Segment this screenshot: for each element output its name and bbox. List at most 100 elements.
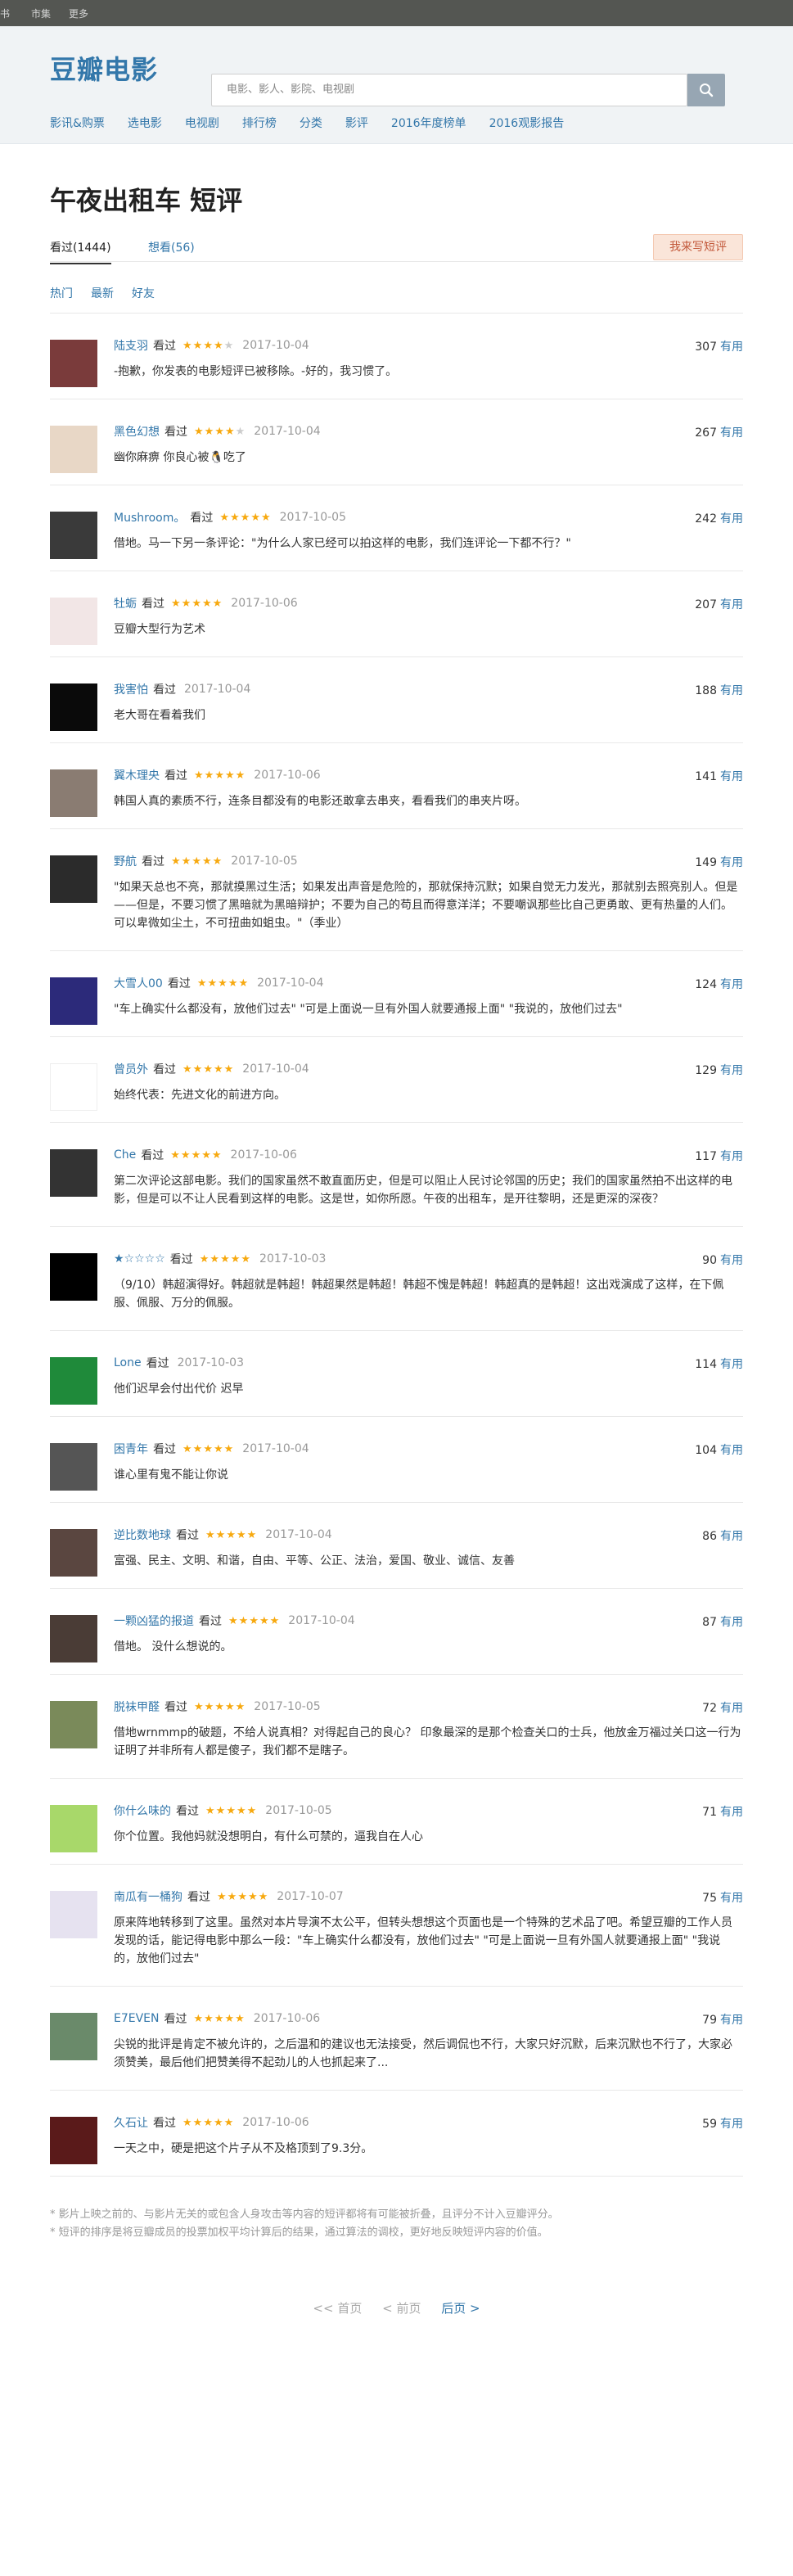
- useful-button[interactable]: 有用: [720, 770, 743, 783]
- vote-count: 86: [702, 1530, 717, 1543]
- useful-button[interactable]: 有用: [720, 341, 743, 354]
- comment-user[interactable]: E7EVEN: [114, 2012, 160, 2025]
- rating-stars: ★★★★★: [194, 2013, 246, 2025]
- star-icon: ★: [215, 1528, 227, 1541]
- useful-button[interactable]: 有用: [720, 598, 743, 611]
- useful-button[interactable]: 有用: [720, 1702, 743, 1715]
- nav-item-annual-list[interactable]: 2016年度榜单: [391, 115, 466, 131]
- pagination: << 首页 < 前页 后页 >: [50, 2299, 743, 2317]
- pager-prev: < 前页: [382, 2301, 421, 2316]
- site-logo[interactable]: 豆瓣电影: [50, 49, 158, 87]
- star-icon: ★: [213, 1062, 224, 1076]
- avatar[interactable]: [50, 1063, 97, 1111]
- global-nav-item-more[interactable]: 更多: [69, 7, 88, 20]
- nav-item-explore[interactable]: 选电影: [128, 115, 162, 131]
- comment-text: （9/10）韩超演得好。韩超就是韩超！韩超果然是韩超！韩超不愧是韩超！韩超真的是…: [114, 1279, 724, 1310]
- useful-button[interactable]: 有用: [720, 1616, 743, 1629]
- comment-user[interactable]: 你什么味的: [114, 1802, 171, 1819]
- useful-button[interactable]: 有用: [720, 1530, 743, 1543]
- avatar[interactable]: [50, 1805, 97, 1852]
- write-comment-button[interactable]: 我来写短评: [653, 234, 743, 260]
- star-icon: ★: [235, 2012, 246, 2025]
- comment-user[interactable]: 南瓜有一桶狗: [114, 1888, 182, 1905]
- nav-item-tv[interactable]: 电视剧: [185, 115, 219, 131]
- useful-button[interactable]: 有用: [720, 2014, 743, 2027]
- avatar[interactable]: [50, 1253, 97, 1301]
- useful-button[interactable]: 有用: [720, 1064, 743, 1077]
- nav-item-annual-report[interactable]: 2016观影报告: [489, 115, 565, 131]
- search-button[interactable]: [687, 74, 725, 106]
- nav-item-category[interactable]: 分类: [300, 115, 322, 131]
- comment-user[interactable]: 牡蛎: [114, 595, 137, 611]
- useful-button[interactable]: 有用: [720, 684, 743, 697]
- comment-user[interactable]: 翼木理央: [114, 767, 160, 783]
- comment-user[interactable]: Lone: [114, 1356, 142, 1369]
- avatar[interactable]: [50, 1357, 97, 1405]
- sort-friends[interactable]: 好友: [132, 285, 155, 301]
- comment-user[interactable]: 曾员外: [114, 1061, 148, 1077]
- global-nav-item-book[interactable]: 书: [0, 7, 13, 20]
- comment-user[interactable]: 大雪人00: [114, 975, 163, 991]
- avatar[interactable]: [50, 512, 97, 559]
- useful-button[interactable]: 有用: [720, 1444, 743, 1457]
- nav-item-chart[interactable]: 排行榜: [242, 115, 277, 131]
- comment-text: 借地。 没什么想说的。: [114, 1640, 232, 1653]
- useful-button[interactable]: 有用: [720, 856, 743, 869]
- avatar[interactable]: [50, 340, 97, 387]
- comment-user[interactable]: 陆支羽: [114, 337, 148, 354]
- useful-button[interactable]: 有用: [720, 512, 743, 526]
- global-nav-item-market[interactable]: 市集: [31, 7, 51, 20]
- avatar[interactable]: [50, 1149, 97, 1197]
- comment-user[interactable]: 黑色幻想: [114, 423, 160, 440]
- avatar[interactable]: [50, 977, 97, 1025]
- comment-text: 一天之中，硬是把这个片子从不及格顶到了9.3分。: [114, 2142, 373, 2155]
- avatar[interactable]: [50, 1443, 97, 1491]
- sort-hot[interactable]: 热门: [50, 285, 73, 301]
- rating-stars: ★★★★★: [194, 769, 246, 782]
- avatar[interactable]: [50, 769, 97, 817]
- comment-user[interactable]: 野航: [114, 853, 137, 869]
- comment-user[interactable]: 逆比数地球: [114, 1527, 171, 1543]
- comment-user[interactable]: ★☆☆☆☆: [114, 1252, 165, 1265]
- useful-button[interactable]: 有用: [720, 2118, 743, 2131]
- useful-button[interactable]: 有用: [720, 426, 743, 440]
- useful-button[interactable]: 有用: [720, 978, 743, 991]
- avatar[interactable]: [50, 1529, 97, 1577]
- avatar[interactable]: [50, 1891, 97, 1938]
- avatar[interactable]: [50, 2013, 97, 2060]
- avatar[interactable]: [50, 426, 97, 473]
- search-input[interactable]: 电影、影人、影院、电视剧: [211, 74, 687, 106]
- useful-button[interactable]: 有用: [720, 1806, 743, 1819]
- sort-options: 热门 最新 好友: [50, 285, 743, 301]
- star-icon: ★: [236, 1804, 247, 1817]
- tab-seen[interactable]: 看过(1444): [50, 239, 111, 264]
- rating-stars: ★★★★★: [182, 340, 234, 352]
- avatar[interactable]: [50, 2117, 97, 2164]
- comment-user[interactable]: 脱袜甲醛: [114, 1699, 160, 1715]
- comment-status: 看过: [153, 683, 176, 697]
- star-icon: ★: [220, 1252, 231, 1265]
- star-icon: ★: [211, 1148, 223, 1162]
- comment-user[interactable]: 困青年: [114, 1441, 148, 1457]
- avatar[interactable]: [50, 598, 97, 645]
- nav-item-tickets[interactable]: 影讯&购票: [50, 115, 105, 131]
- useful-button[interactable]: 有用: [720, 1892, 743, 1905]
- avatar[interactable]: [50, 1615, 97, 1662]
- comment-user[interactable]: 一颗凶猛的报道: [114, 1613, 194, 1629]
- avatar[interactable]: [50, 855, 97, 903]
- comment-user[interactable]: Mushroom。: [114, 509, 185, 526]
- vote-area: 242 有用: [695, 510, 743, 526]
- comment-user[interactable]: 我害怕: [114, 681, 148, 697]
- comment-user[interactable]: 久石让: [114, 2114, 148, 2131]
- nav-item-review[interactable]: 影评: [345, 115, 368, 131]
- avatar[interactable]: [50, 1701, 97, 1748]
- pager-next[interactable]: 后页 >: [441, 2301, 480, 2316]
- useful-button[interactable]: 有用: [720, 1150, 743, 1163]
- useful-button[interactable]: 有用: [720, 1254, 743, 1267]
- avatar[interactable]: [50, 683, 97, 731]
- comment-user[interactable]: Che: [114, 1148, 136, 1162]
- sort-latest[interactable]: 最新: [91, 285, 114, 301]
- useful-button[interactable]: 有用: [720, 1358, 743, 1371]
- tab-want[interactable]: 想看(56): [148, 239, 195, 255]
- comment-item: 久石让 看过 ★★★★★ 2017-10-06 一天之中，硬是把这个片子从不及格顶到了9…: [50, 2091, 743, 2177]
